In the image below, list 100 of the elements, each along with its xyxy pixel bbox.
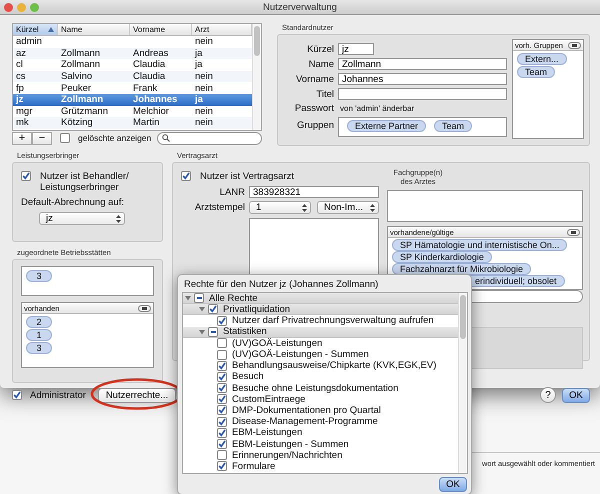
column-header[interactable]: Name <box>58 24 130 35</box>
table-cell-text: admin <box>15 36 43 48</box>
disclosure-triangle[interactable] <box>199 306 205 312</box>
checkbox[interactable] <box>194 293 204 304</box>
token[interactable]: SP Kinderkardiologie <box>392 251 492 263</box>
updown-arrows-icon <box>370 204 375 212</box>
table-row[interactable]: admin nein <box>13 36 252 48</box>
checkbox[interactable] <box>181 171 191 181</box>
scrollbar[interactable] <box>458 293 467 473</box>
token[interactable]: Fachzahnarzt für Mikrobiologie <box>392 263 532 275</box>
checkbox[interactable] <box>208 304 218 314</box>
token[interactable]: SP Hämatologie und internistische On... <box>392 239 568 251</box>
text-field[interactable]: Zollmann <box>338 58 507 70</box>
checkbox[interactable] <box>217 383 227 394</box>
tree-group-row[interactable]: Privatliquidation <box>183 304 458 316</box>
scrollbar[interactable] <box>252 24 261 130</box>
field-label: Default-Abrechnung auf: <box>21 197 125 208</box>
window-title: Nutzerverwaltung <box>263 2 337 12</box>
table-row[interactable]: fp Peuker Frank nein <box>13 82 252 94</box>
close-button[interactable] <box>4 2 13 12</box>
table-row[interactable]: mk Kötzing Martin nein <box>13 117 252 129</box>
table-cell-text: Zollmann <box>60 48 102 59</box>
checkbox[interactable] <box>217 461 227 472</box>
columns-toggle-icon <box>567 228 580 236</box>
checkbox[interactable] <box>217 316 227 326</box>
token[interactable]: Team <box>517 66 556 78</box>
token[interactable]: Extern... <box>517 53 567 65</box>
token[interactable]: 1 <box>26 329 52 341</box>
rights-button[interactable]: Nutzerrechte... <box>98 388 176 402</box>
tree-group-row[interactable]: Statistiken <box>183 326 458 338</box>
token[interactable]: 3 <box>26 270 52 282</box>
remove-button[interactable]: − <box>32 132 52 144</box>
checkbox[interactable] <box>217 350 227 360</box>
columns-toggle-icon <box>138 304 151 312</box>
checkbox[interactable] <box>208 326 218 337</box>
table-cell-text: nein <box>194 117 214 128</box>
table-cell-text: Claudia <box>132 59 166 70</box>
text-field[interactable]: 383928321 <box>249 186 379 198</box>
assigned-list[interactable] <box>387 190 583 222</box>
token[interactable]: Team <box>434 120 472 132</box>
text-field[interactable] <box>338 88 507 100</box>
table-cell-text: az <box>15 48 28 59</box>
tree-item-label: EBM-Leistungen - Summen <box>232 438 349 450</box>
tree-item-label: DMP-Dokumentationen pro Quartal <box>232 404 381 416</box>
tree-item-label: Alle Rechte <box>209 293 258 304</box>
ok-button[interactable]: OK <box>439 477 467 492</box>
table-cell-text: nein <box>194 71 214 82</box>
table-row[interactable]: mgr Grützmann Melchior nein <box>13 106 252 118</box>
disclosure-triangle[interactable] <box>185 295 191 302</box>
scroll-thumb[interactable] <box>460 295 466 339</box>
search-icon <box>162 134 170 142</box>
token-field[interactable]: Externe Partner Team <box>338 117 507 137</box>
field-label: Titel <box>315 88 334 100</box>
column-header[interactable]: Kürzel <box>13 24 58 35</box>
column-header[interactable]: Vorname <box>130 24 192 35</box>
checkbox[interactable] <box>60 133 70 143</box>
field-label: Gruppen <box>296 119 334 131</box>
table-cell-text: nein <box>194 106 214 117</box>
token[interactable]: Externe Partner <box>347 120 426 132</box>
field-label: Kürzel <box>306 44 334 54</box>
tree-item-label: Erinnerungen/Nachrichten <box>232 450 342 461</box>
tree-item-label: CustomEintraege <box>232 394 306 405</box>
table-cell-text: jz <box>14 94 24 106</box>
add-button[interactable]: + <box>12 132 32 144</box>
checkbox[interactable] <box>217 428 227 438</box>
checkbox-label: Nutzer ist Vertragsarzt <box>200 171 294 182</box>
popup-button[interactable]: 1 <box>249 201 311 214</box>
checkbox[interactable] <box>217 394 227 404</box>
table-cell-text: mgr <box>15 106 34 117</box>
assigned-list[interactable]: 3 <box>21 266 154 296</box>
disclosure-triangle[interactable] <box>199 328 205 335</box>
table-cell-text: Zollmann <box>60 94 104 106</box>
table-row[interactable]: az Zollmann Andreas ja <box>13 48 252 60</box>
checkbox[interactable] <box>217 372 227 382</box>
text-field[interactable]: Johannes <box>338 73 507 85</box>
token[interactable]: 2 <box>26 316 52 328</box>
checkbox[interactable] <box>217 416 227 427</box>
checkbox[interactable] <box>217 405 227 416</box>
checkbox[interactable] <box>12 390 22 400</box>
popup-button[interactable]: jz <box>39 212 125 225</box>
tree-group-row[interactable]: Alle Rechte <box>183 293 458 304</box>
table-cell-text: nein <box>194 36 214 48</box>
table-row[interactable]: cs Salvino Claudia nein <box>13 70 252 82</box>
search-field[interactable] <box>157 132 262 144</box>
checkbox[interactable] <box>217 450 227 460</box>
checkbox[interactable] <box>21 171 31 181</box>
text-field[interactable]: jz <box>338 43 374 55</box>
checkbox[interactable] <box>217 360 227 371</box>
table-row[interactable]: jz Zollmann Johannes ja <box>13 94 252 106</box>
table-cell-text: Johannes <box>132 94 178 106</box>
ok-button[interactable]: OK <box>562 388 590 402</box>
scroll-thumb[interactable] <box>254 26 260 56</box>
help-button[interactable]: ? <box>540 387 556 403</box>
token[interactable]: 3 <box>26 342 52 354</box>
popup-button[interactable]: Non-Im... <box>317 201 379 214</box>
popover-title: Rechte für den Nutzer jz (Johannes Zollmann) <box>183 278 380 292</box>
checkbox[interactable] <box>217 439 227 450</box>
checkbox[interactable] <box>217 338 227 348</box>
table-cell-text: cl <box>15 59 24 70</box>
table-row[interactable]: cl Zollmann Claudia ja <box>13 59 252 71</box>
